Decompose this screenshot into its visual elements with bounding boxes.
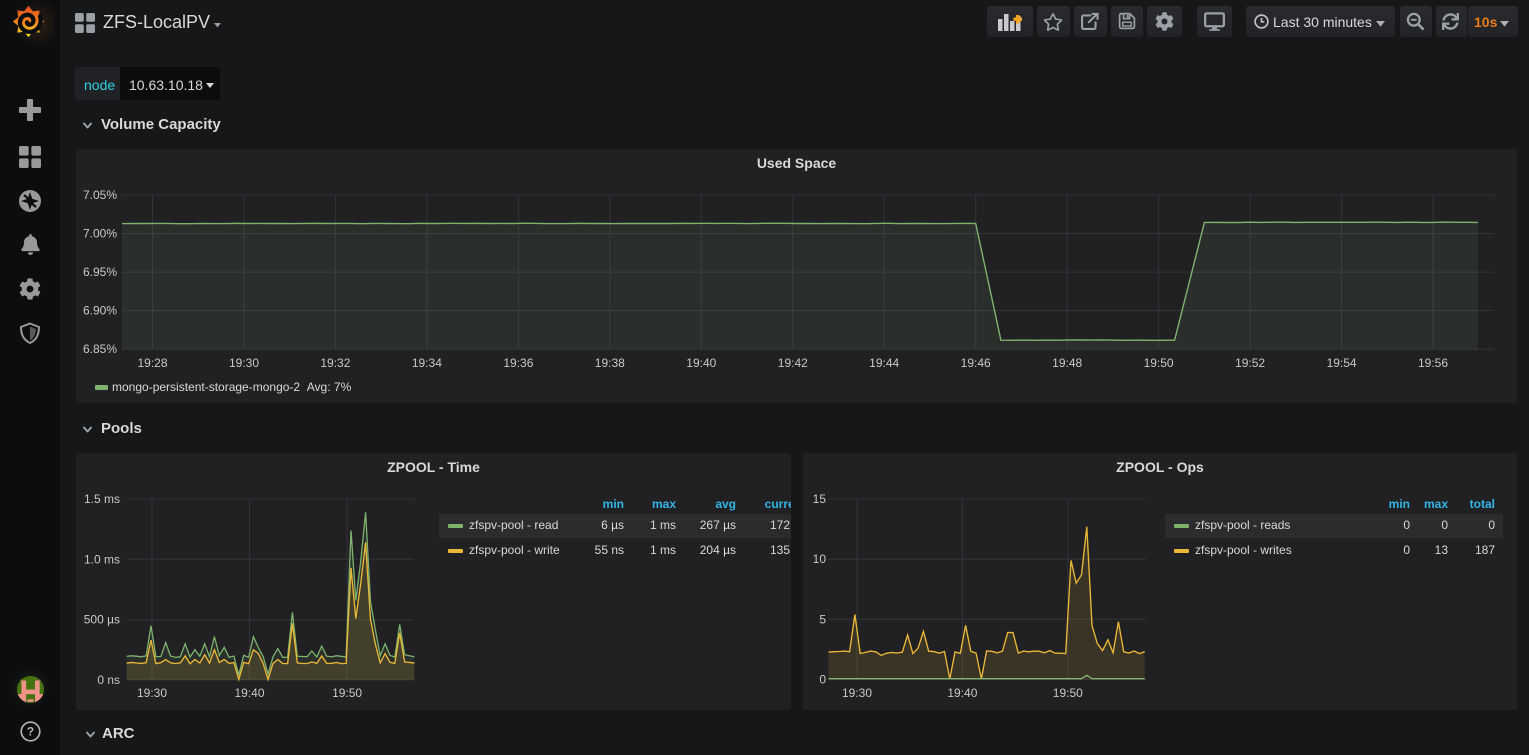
svg-text:7.00%: 7.00% bbox=[83, 227, 117, 241]
svg-text:6.95%: 6.95% bbox=[83, 265, 117, 279]
svg-text:1.5 ms: 1.5 ms bbox=[84, 492, 120, 506]
svg-text:19:28: 19:28 bbox=[137, 356, 167, 370]
svg-text:19:42: 19:42 bbox=[778, 356, 808, 370]
svg-text:0 ns: 0 ns bbox=[97, 673, 120, 687]
svg-text:19:34: 19:34 bbox=[412, 356, 442, 370]
svg-text:19:56: 19:56 bbox=[1418, 356, 1448, 370]
svg-text:19:30: 19:30 bbox=[229, 356, 259, 370]
svg-text:19:40: 19:40 bbox=[234, 686, 264, 700]
svg-text:19:38: 19:38 bbox=[595, 356, 625, 370]
svg-text:10: 10 bbox=[813, 552, 827, 566]
svg-text:7.05%: 7.05% bbox=[83, 188, 117, 202]
svg-text:19:48: 19:48 bbox=[1052, 356, 1082, 370]
svg-text:19:50: 19:50 bbox=[332, 686, 362, 700]
svg-text:15: 15 bbox=[813, 492, 827, 506]
svg-text:19:30: 19:30 bbox=[137, 686, 167, 700]
svg-text:19:46: 19:46 bbox=[961, 356, 991, 370]
svg-text:?: ? bbox=[27, 725, 34, 739]
svg-text:6.85%: 6.85% bbox=[83, 342, 117, 356]
svg-text:19:52: 19:52 bbox=[1235, 356, 1265, 370]
svg-text:19:32: 19:32 bbox=[320, 356, 350, 370]
svg-text:19:40: 19:40 bbox=[686, 356, 716, 370]
svg-text:6.90%: 6.90% bbox=[83, 304, 117, 318]
svg-text:19:36: 19:36 bbox=[503, 356, 533, 370]
svg-text:19:30: 19:30 bbox=[842, 686, 872, 700]
svg-text:500 µs: 500 µs bbox=[84, 613, 120, 627]
svg-text:5: 5 bbox=[819, 612, 826, 626]
svg-text:1.0 ms: 1.0 ms bbox=[84, 552, 120, 566]
svg-text:0: 0 bbox=[819, 673, 826, 687]
svg-text:19:50: 19:50 bbox=[1144, 356, 1174, 370]
svg-text:19:44: 19:44 bbox=[869, 356, 899, 370]
svg-text:19:54: 19:54 bbox=[1327, 356, 1357, 370]
svg-text:19:40: 19:40 bbox=[947, 686, 977, 700]
svg-text:19:50: 19:50 bbox=[1053, 686, 1083, 700]
